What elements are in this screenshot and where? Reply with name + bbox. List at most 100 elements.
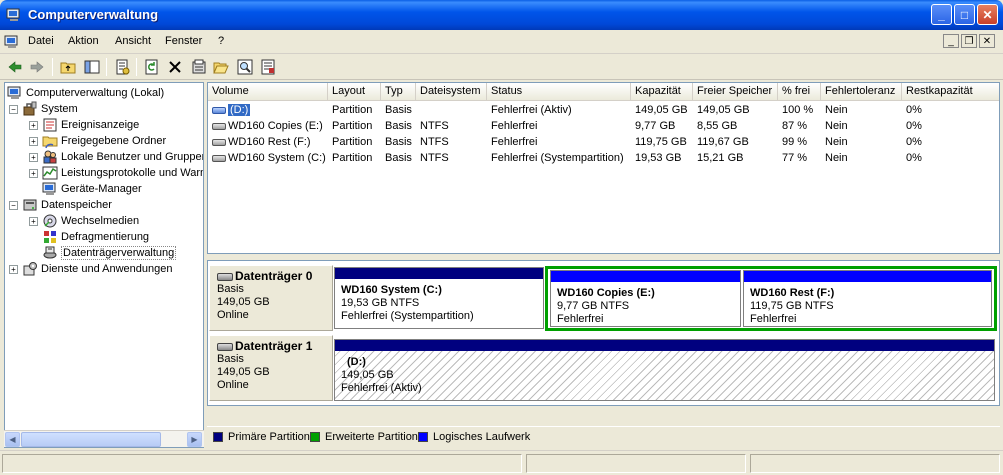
tree-item-defragmentierung[interactable]: Defragmentierung xyxy=(42,229,149,245)
cell-freier-speicher: 119,67 GB xyxy=(697,136,749,148)
cell-fehlertoleranz: Nein xyxy=(825,104,848,116)
tree-item-lokale-benutzer[interactable]: + Lokale Benutzer und Gruppen xyxy=(29,149,204,165)
disk-1-info[interactable]: Datenträger 1 Basis 149,05 GB Online xyxy=(209,335,333,401)
properties-icon[interactable] xyxy=(113,58,131,76)
menu-ansicht[interactable]: Ansicht xyxy=(115,35,151,47)
close-button[interactable]: ✕ xyxy=(977,4,998,25)
column-header-restkapazitaet[interactable]: Restkapazität xyxy=(902,83,999,101)
partition-size: 9,77 GB NTFS xyxy=(557,300,630,312)
refresh-icon[interactable] xyxy=(143,58,161,76)
column-header-volume[interactable]: Volume xyxy=(208,83,328,101)
scroll-right-icon[interactable]: ▶ xyxy=(187,432,202,447)
expand-toggle[interactable]: + xyxy=(29,120,38,130)
partition-size: 119,75 GB NTFS xyxy=(750,300,834,312)
volume-name: WD160 System (C:) xyxy=(228,152,326,164)
partition-size: 149,05 GB xyxy=(341,369,394,381)
open-folder-icon[interactable] xyxy=(212,58,230,76)
expand-toggle[interactable]: + xyxy=(29,136,38,146)
menu-help[interactable]: ? xyxy=(218,35,224,47)
collapse-toggle[interactable]: − xyxy=(9,200,18,210)
mmc-system-menu-icon[interactable] xyxy=(4,34,20,50)
tree-item-wechselmedien[interactable]: + Wechselmedien xyxy=(29,213,139,229)
column-header-freier-speicher[interactable]: Freier Speicher xyxy=(693,83,778,101)
tree-item-system[interactable]: − System xyxy=(9,101,78,117)
drive-icon xyxy=(212,154,226,162)
search-icon[interactable] xyxy=(236,58,254,76)
volume-list[interactable]: Volume Layout Typ Dateisystem Status Kap… xyxy=(207,82,1000,254)
cell-freier-speicher: 149,05 GB xyxy=(697,104,750,116)
tree-item-geraete-manager[interactable]: Geräte-Manager xyxy=(42,181,142,197)
tree-item-ereignisanzeige[interactable]: + Ereignisanzeige xyxy=(29,117,139,133)
tree-label: Lokale Benutzer und Gruppen xyxy=(61,151,204,163)
column-header-typ[interactable]: Typ xyxy=(381,83,416,101)
tree-item-freigegebene-ordner[interactable]: + Freigegebene Ordner xyxy=(29,133,166,149)
column-header-dateisystem[interactable]: Dateisystem xyxy=(416,83,487,101)
column-header-layout[interactable]: Layout xyxy=(328,83,381,101)
forward-arrow-icon[interactable] xyxy=(28,58,46,76)
scroll-left-icon[interactable]: ◀ xyxy=(5,432,20,447)
cell-volume: (D:) xyxy=(208,102,328,118)
tree-item-datenspeicher[interactable]: − Datenspeicher xyxy=(9,197,112,213)
partition-status: Fehlerfrei xyxy=(557,313,604,325)
cell-status: Fehlerfrei (Systempartition) xyxy=(491,152,624,164)
partition-f[interactable]: WD160 Rest (F:) 119,75 GB NTFS Fehlerfre… xyxy=(743,270,992,327)
tree-item-dienste[interactable]: + Dienste und Anwendungen xyxy=(9,261,173,277)
mdi-minimize-button[interactable]: _ xyxy=(943,34,959,48)
cell-layout: Partition xyxy=(332,152,373,164)
menu-bar: Datei Aktion Ansicht Fenster ? xyxy=(0,30,1003,54)
back-arrow-icon[interactable] xyxy=(6,58,24,76)
mdi-restore-button[interactable]: ❐ xyxy=(961,34,977,48)
storage-icon xyxy=(22,197,38,213)
disk-1-size: 149,05 GB xyxy=(217,366,270,378)
console-tree[interactable]: Computerverwaltung (Lokal) − System + Er… xyxy=(4,82,204,448)
tree-label: Ereignisanzeige xyxy=(61,119,140,131)
maximize-button[interactable]: □ xyxy=(954,4,975,25)
tree-item-root[interactable]: Computerverwaltung (Lokal) xyxy=(7,85,164,101)
menu-datei[interactable]: Datei xyxy=(28,35,54,47)
disk-0-info[interactable]: Datenträger 0 Basis 149,05 GB Online xyxy=(209,265,333,331)
delete-icon[interactable] xyxy=(166,58,184,76)
tree-item-leistungsprotokolle[interactable]: + Leistungsprotokolle und Warnungen xyxy=(29,165,203,181)
tree-label: Datenspeicher xyxy=(41,199,112,211)
computer-icon xyxy=(7,85,23,101)
column-header-kapazitaet[interactable]: Kapazität xyxy=(631,83,693,101)
legend-primary: Primäre Partition xyxy=(213,431,310,443)
settings-icon[interactable] xyxy=(190,58,208,76)
tree-label: Computerverwaltung (Lokal) xyxy=(26,87,165,99)
show-hide-tree-icon[interactable] xyxy=(83,58,101,76)
expand-toggle[interactable]: + xyxy=(29,168,38,178)
menu-aktion[interactable]: Aktion xyxy=(68,35,99,47)
scrollbar-thumb[interactable] xyxy=(21,432,161,447)
disk-map[interactable]: Datenträger 0 Basis 149,05 GB Online WD1… xyxy=(207,260,1000,406)
expand-toggle[interactable]: + xyxy=(29,216,38,226)
partition-f-text: WD160 Rest (F:) 119,75 GB NTFS Fehlerfre… xyxy=(750,287,834,326)
cell-kapazitaet: 19,53 GB xyxy=(635,152,682,164)
users-icon xyxy=(42,149,58,165)
help-icon[interactable] xyxy=(259,58,277,76)
column-header-fehlertoleranz[interactable]: Fehlertoleranz xyxy=(821,83,902,101)
expand-toggle[interactable]: + xyxy=(9,264,18,274)
column-header-pct-frei[interactable]: % frei xyxy=(778,83,821,101)
drive-icon xyxy=(212,122,226,130)
mdi-close-button[interactable]: ✕ xyxy=(979,34,995,48)
primary-partition-bar xyxy=(335,268,543,279)
tree-horizontal-scrollbar[interactable]: ◀ ▶ xyxy=(4,430,204,447)
disk-icon xyxy=(217,342,233,351)
legend-logical: Logisches Laufwerk xyxy=(418,431,530,443)
volume-name: (D:) xyxy=(228,104,251,116)
partition-c[interactable]: WD160 System (C:) 19,53 GB NTFS Fehlerfr… xyxy=(334,267,544,329)
collapse-toggle[interactable]: − xyxy=(9,104,18,114)
up-folder-icon[interactable] xyxy=(59,58,77,76)
partition-e[interactable]: WD160 Copies (E:) 9,77 GB NTFS Fehlerfre… xyxy=(550,270,741,327)
title-bar[interactable]: Computerverwaltung _ □ ✕ xyxy=(0,0,1003,30)
tree-item-datentraegerverwaltung[interactable]: Datenträgerverwaltung xyxy=(42,245,177,261)
minimize-button[interactable]: _ xyxy=(931,4,952,25)
removable-media-icon xyxy=(42,213,58,229)
disk-1-status: Online xyxy=(217,379,249,391)
menu-fenster[interactable]: Fenster xyxy=(165,35,202,47)
column-header-status[interactable]: Status xyxy=(487,83,631,101)
cell-dateisystem: NTFS xyxy=(420,152,449,164)
services-icon xyxy=(22,261,38,277)
partition-d[interactable]: (D:) 149,05 GB Fehlerfrei (Aktiv) xyxy=(334,339,995,401)
expand-toggle[interactable]: + xyxy=(29,152,38,162)
